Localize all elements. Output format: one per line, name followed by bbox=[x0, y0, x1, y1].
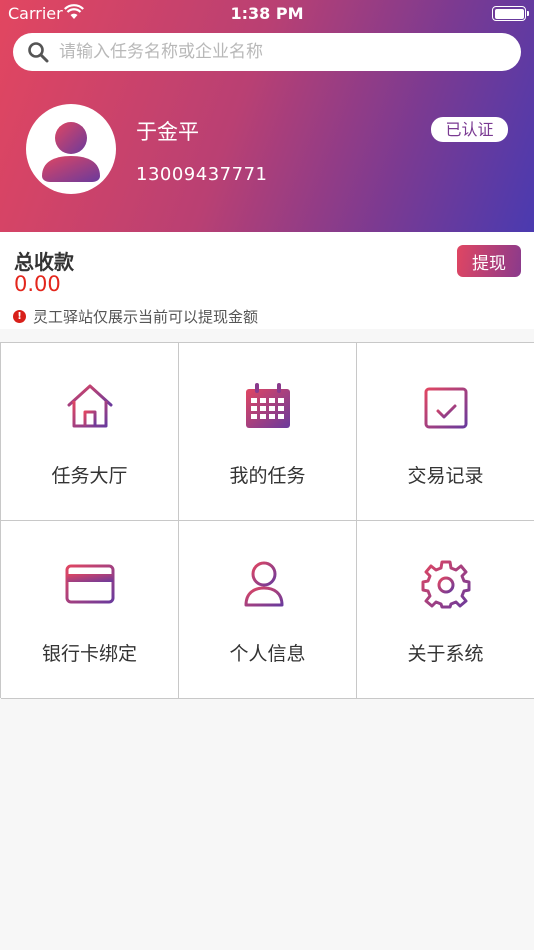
balance-notice: ! 灵工驿站仅展示当前可以提现金额 bbox=[13, 306, 258, 327]
menu-grid: 任务大厅 我的任务 交易记录 银行卡绑定 个人信息 关于系统 bbox=[0, 342, 534, 699]
menu-item-about[interactable]: 关于系统 bbox=[357, 521, 534, 699]
search-icon bbox=[28, 42, 49, 63]
home-icon bbox=[67, 384, 113, 428]
menu-item-transactions[interactable]: 交易记录 bbox=[357, 343, 534, 521]
menu-item-label: 交易记录 bbox=[407, 465, 484, 487]
user-phone: 13009437771 bbox=[136, 164, 268, 185]
battery-icon bbox=[492, 6, 529, 21]
menu-item-profile-info[interactable]: 个人信息 bbox=[179, 521, 357, 699]
gear-icon bbox=[421, 560, 471, 609]
balance-panel: 总收款 0.00 提现 ! 灵工驿站仅展示当前可以提现金额 bbox=[0, 232, 534, 329]
menu-item-bank-card[interactable]: 银行卡绑定 bbox=[1, 521, 179, 699]
status-bar: Carrier 1:38 PM bbox=[0, 0, 534, 28]
withdraw-button[interactable]: 提现 bbox=[457, 245, 521, 277]
balance-label: 总收款 bbox=[14, 250, 74, 274]
notice-text: 灵工驿站仅展示当前可以提现金额 bbox=[33, 308, 259, 326]
profile-header: Carrier 1:38 PM 于金平 13009437771 已认证 bbox=[0, 0, 534, 232]
verified-badge: 已认证 bbox=[431, 117, 508, 142]
menu-item-label: 银行卡绑定 bbox=[41, 643, 137, 665]
clock: 1:38 PM bbox=[230, 4, 304, 23]
menu-item-label: 关于系统 bbox=[407, 643, 484, 665]
menu-item-label: 我的任务 bbox=[229, 465, 306, 487]
menu-item-label: 个人信息 bbox=[229, 643, 306, 665]
user-info-icon bbox=[244, 561, 291, 607]
balance-amount: 0.00 bbox=[14, 272, 61, 296]
search-input[interactable] bbox=[59, 42, 499, 62]
search-bar[interactable] bbox=[13, 33, 521, 71]
credit-card-icon bbox=[65, 564, 115, 604]
avatar[interactable] bbox=[26, 104, 116, 194]
user-name: 于金平 bbox=[136, 120, 199, 144]
alert-icon: ! bbox=[13, 310, 26, 323]
menu-item-label: 任务大厅 bbox=[51, 465, 128, 487]
menu-item-my-tasks[interactable]: 我的任务 bbox=[179, 343, 357, 521]
menu-item-task-hall[interactable]: 任务大厅 bbox=[1, 343, 179, 521]
user-avatar-icon bbox=[42, 122, 100, 182]
calendar-check-icon bbox=[424, 382, 468, 429]
calendar-icon bbox=[246, 383, 290, 428]
